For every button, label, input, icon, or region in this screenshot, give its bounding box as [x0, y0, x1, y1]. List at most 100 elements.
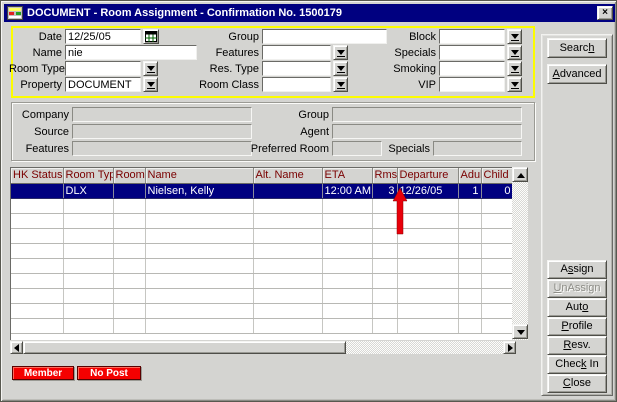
column-header-room-type: Room Type — [63, 168, 113, 183]
table-header-row: HK Status Room Type Room Name Alt. Name … — [11, 168, 513, 183]
close-window-button[interactable]: Close — [547, 374, 607, 393]
preferred-room-label: Preferred Room — [241, 142, 329, 156]
cell-alt-name — [253, 183, 322, 198]
company-label: Company — [13, 108, 69, 122]
company-field — [72, 107, 252, 122]
left-arrow-icon — [14, 344, 19, 352]
room-type-input[interactable] — [65, 61, 141, 76]
property-label: Property — [9, 78, 62, 92]
table-row-empty[interactable] — [11, 198, 513, 213]
date-label: Date — [9, 30, 62, 44]
agent-label: Agent — [255, 125, 329, 139]
column-header-name: Name — [145, 168, 253, 183]
selected-row[interactable]: DLX Nielsen, Kelly 12:00 AM 3 12/26/05 1… — [11, 183, 513, 198]
table-row-empty[interactable] — [11, 318, 513, 333]
lov-down-arrow-icon — [337, 50, 345, 55]
cell-hk-status — [11, 183, 63, 198]
calendar-button[interactable] — [143, 29, 159, 44]
res-type-input[interactable] — [262, 61, 331, 76]
resv-button[interactable]: Resv. — [547, 336, 607, 355]
column-header-room: Room — [113, 168, 145, 183]
close-icon: × — [602, 7, 608, 18]
auto-button[interactable]: Auto — [547, 298, 607, 317]
features-input[interactable] — [262, 45, 331, 60]
cell-child: 0 — [481, 183, 513, 198]
table-row-empty[interactable] — [11, 258, 513, 273]
scroll-left-button[interactable] — [10, 341, 23, 354]
horizontal-scroll-thumb[interactable] — [23, 341, 346, 354]
date-input[interactable] — [65, 29, 141, 44]
titlebar[interactable]: DOCUMENT - Room Assignment - Confirmatio… — [4, 4, 615, 22]
check-in-button[interactable]: Check In — [547, 355, 607, 374]
column-header-departure: Departure — [397, 168, 458, 183]
group-input[interactable] — [262, 29, 387, 44]
source-label: Source — [13, 125, 69, 139]
specials-field — [433, 141, 522, 156]
column-header-child: Child — [481, 168, 513, 183]
cell-adult: 1 — [458, 183, 481, 198]
room-class-input[interactable] — [262, 77, 331, 92]
table-row-empty[interactable] — [11, 303, 513, 318]
up-arrow-icon — [517, 173, 525, 178]
profile-button[interactable]: Profile — [547, 317, 607, 336]
agent-field — [332, 124, 522, 139]
unassign-button[interactable]: UnAssign — [547, 279, 607, 298]
column-header-rms: Rms — [372, 168, 397, 183]
scroll-right-button[interactable] — [503, 341, 516, 354]
results-table-body: DLX Nielsen, Kelly 12:00 AM 3 12/26/05 1… — [11, 183, 513, 333]
name-input[interactable] — [65, 45, 197, 60]
preferred-room-field — [332, 141, 382, 156]
annotation-arrow-shape — [393, 188, 407, 234]
advanced-button[interactable]: Advanced — [547, 64, 607, 84]
property-dropdown-button[interactable] — [143, 77, 158, 92]
cell-eta: 12:00 AM — [322, 183, 372, 198]
res-type-dropdown-button[interactable] — [333, 61, 348, 76]
features-ro-label: Features — [13, 142, 69, 156]
property-input[interactable] — [65, 77, 141, 92]
block-dropdown-button[interactable] — [507, 29, 522, 44]
specials-label: Specials — [372, 46, 436, 60]
smoking-label: Smoking — [372, 62, 436, 76]
vip-dropdown-button[interactable] — [507, 77, 522, 92]
lov-down-arrow-icon — [337, 66, 345, 71]
room-type-dropdown-button[interactable] — [143, 61, 158, 76]
room-type-label: Room Type — [9, 62, 62, 76]
table-row-empty[interactable] — [11, 213, 513, 228]
specials-input[interactable] — [439, 45, 505, 60]
smoking-input[interactable] — [439, 61, 505, 76]
calendar-icon — [145, 31, 157, 42]
scroll-down-button[interactable] — [512, 324, 528, 339]
cell-name: Nielsen, Kelly — [145, 183, 253, 198]
table-row-empty[interactable] — [11, 288, 513, 303]
room-assignment-window: DOCUMENT - Room Assignment - Confirmatio… — [0, 0, 617, 402]
table-vertical-scrollbar[interactable] — [512, 167, 528, 340]
column-header-adult: Adult — [458, 168, 481, 183]
table-horizontal-scrollbar[interactable] — [10, 341, 516, 354]
member-lamp[interactable]: Member — [12, 366, 74, 380]
lov-down-arrow-icon — [337, 82, 345, 87]
assign-button[interactable]: Assign — [547, 260, 607, 279]
room-class-dropdown-button[interactable] — [333, 77, 348, 92]
features-dropdown-button[interactable] — [333, 45, 348, 60]
specials-dropdown-button[interactable] — [507, 45, 522, 60]
group-ro-label: Group — [255, 108, 329, 122]
right-arrow-icon — [508, 344, 513, 352]
lov-down-arrow-icon — [511, 82, 519, 87]
name-label: Name — [9, 46, 62, 60]
res-type-label: Res. Type — [199, 62, 259, 76]
table-row-empty[interactable] — [11, 243, 513, 258]
smoking-dropdown-button[interactable] — [507, 61, 522, 76]
no-post-lamp[interactable]: No Post — [77, 366, 141, 380]
room-class-label: Room Class — [199, 78, 259, 92]
lov-down-arrow-icon — [511, 50, 519, 55]
specials-ro-label: Specials — [387, 142, 430, 156]
table-row-empty[interactable] — [11, 273, 513, 288]
block-input[interactable] — [439, 29, 505, 44]
scroll-up-button[interactable] — [512, 167, 528, 182]
close-button[interactable]: × — [597, 6, 613, 20]
down-arrow-icon — [517, 330, 525, 335]
table-row-empty[interactable] — [11, 228, 513, 243]
results-table-wrapper: HK Status Room Type Room Name Alt. Name … — [10, 167, 513, 340]
search-button[interactable]: Search — [547, 38, 607, 58]
vip-input[interactable] — [439, 77, 505, 92]
